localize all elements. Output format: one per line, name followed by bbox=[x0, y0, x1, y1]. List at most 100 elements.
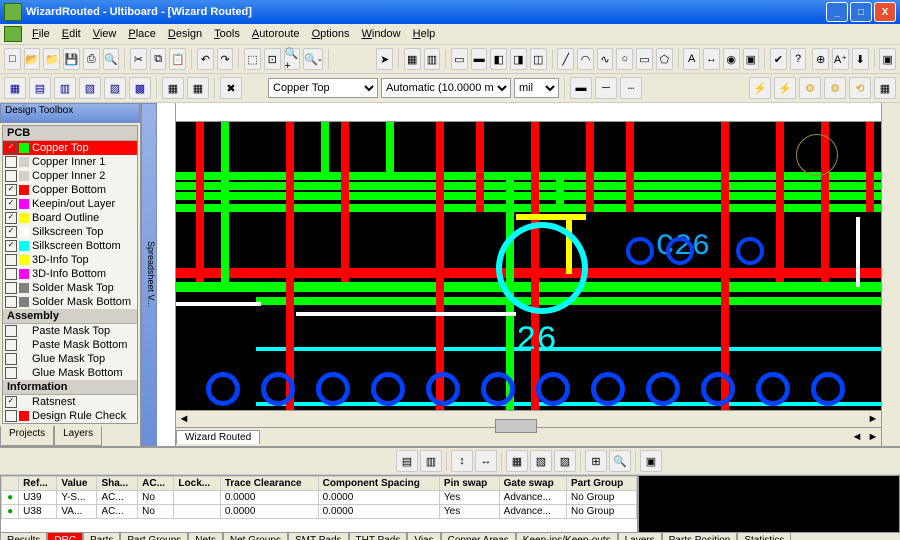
layer-list[interactable]: PCB ✓Copper TopCopper Inner 1Copper Inne… bbox=[2, 125, 138, 424]
width-a-icon[interactable]: ▬ bbox=[570, 77, 592, 99]
lower-tab[interactable]: Parts bbox=[83, 533, 120, 540]
parts-grid[interactable]: Ref...ValueSha...AC...Lock...Trace Clear… bbox=[0, 475, 638, 533]
tool-e-icon[interactable]: ◧ bbox=[490, 48, 507, 70]
lp-tool7-icon[interactable]: ▨ bbox=[554, 450, 576, 472]
lower-tab[interactable]: Vias bbox=[407, 533, 440, 540]
menu-window[interactable]: Window bbox=[355, 26, 406, 42]
grid-row[interactable]: ●U38VA...AC...No0.00000.0000YesAdvance..… bbox=[2, 505, 637, 519]
sel-e-icon[interactable]: ▨ bbox=[104, 77, 126, 99]
horizontal-scrollbar[interactable]: ◄ ► bbox=[176, 410, 881, 427]
menu-help[interactable]: Help bbox=[407, 26, 442, 42]
lower-tab[interactable]: Layers bbox=[618, 533, 662, 540]
layer-checkbox[interactable]: ✓ bbox=[5, 226, 17, 238]
tool-f-icon[interactable]: ◨ bbox=[510, 48, 527, 70]
tab-layers[interactable]: Layers bbox=[54, 426, 102, 446]
layer-row[interactable]: Glue Mask Top bbox=[3, 352, 137, 366]
minimize-button[interactable]: _ bbox=[826, 2, 848, 22]
lower-tab[interactable]: DRC bbox=[47, 533, 83, 540]
sel-f-icon[interactable]: ▩ bbox=[129, 77, 151, 99]
layer-row[interactable]: Design Rule Check bbox=[3, 409, 137, 423]
redo-icon[interactable]: ↷ bbox=[217, 48, 234, 70]
width-b-icon[interactable]: ─ bbox=[595, 77, 617, 99]
grid-header[interactable]: Ref... bbox=[19, 477, 57, 491]
zoom-region-icon[interactable]: ⬚ bbox=[244, 48, 261, 70]
via-icon[interactable]: ◉ bbox=[723, 48, 740, 70]
layer-checkbox[interactable]: ✓ bbox=[5, 396, 17, 408]
lower-tab[interactable]: Statistics bbox=[737, 533, 791, 540]
lp-tool9-icon[interactable]: 🔍 bbox=[609, 450, 631, 472]
lp-tool2-icon[interactable]: ▥ bbox=[420, 450, 442, 472]
grid-header[interactable]: AC... bbox=[138, 477, 174, 491]
arc-icon[interactable]: ◠ bbox=[577, 48, 594, 70]
open2-icon[interactable]: 📁 bbox=[43, 48, 60, 70]
menu-tools[interactable]: Tools bbox=[208, 26, 246, 42]
layer-combo[interactable]: Copper Top bbox=[268, 78, 378, 98]
print-icon[interactable]: ⎙ bbox=[83, 48, 100, 70]
layer-checkbox[interactable] bbox=[5, 339, 17, 351]
route-e-icon[interactable]: ⟲ bbox=[849, 77, 871, 99]
lower-tab[interactable]: Net Groups bbox=[223, 533, 288, 540]
app-menu-icon[interactable] bbox=[4, 26, 22, 42]
grid-header[interactable]: Value bbox=[57, 477, 97, 491]
pointer-icon[interactable]: ➤ bbox=[376, 48, 393, 70]
layer-row[interactable]: Solder Mask Bottom bbox=[3, 295, 137, 309]
layer-row[interactable]: ✓Silkscreen Top bbox=[3, 225, 137, 239]
layer-row[interactable]: Paste Mask Top bbox=[3, 324, 137, 338]
rect-icon[interactable]: ▭ bbox=[636, 48, 653, 70]
grid-header[interactable]: Lock... bbox=[174, 477, 220, 491]
grid-row[interactable]: ●U39Y-S...AC...No0.00000.0000YesAdvance.… bbox=[2, 491, 637, 505]
route-d-icon[interactable]: ⚙ bbox=[824, 77, 846, 99]
layer-checkbox[interactable] bbox=[5, 156, 17, 168]
lp-tool6-icon[interactable]: ▧ bbox=[530, 450, 552, 472]
route-c-icon[interactable]: ⚙ bbox=[799, 77, 821, 99]
zoom-in-icon[interactable]: 🔍+ bbox=[284, 48, 301, 70]
doc-tab-wizard[interactable]: Wizard Routed bbox=[176, 430, 260, 444]
layer-checkbox[interactable] bbox=[5, 170, 17, 182]
lower-tab[interactable]: Results bbox=[0, 533, 47, 540]
sel-h-icon[interactable]: ▦ bbox=[187, 77, 209, 99]
new-icon[interactable]: □ bbox=[4, 48, 21, 70]
cut-icon[interactable]: ✂ bbox=[130, 48, 147, 70]
layer-row[interactable]: Paste Mask Bottom bbox=[3, 338, 137, 352]
pad-icon[interactable]: ▣ bbox=[743, 48, 760, 70]
layer-checkbox[interactable]: ✓ bbox=[5, 184, 17, 196]
zoom-fit-icon[interactable]: ⊡ bbox=[264, 48, 281, 70]
menu-file[interactable]: FFileile bbox=[26, 26, 56, 42]
lp-tool3-icon[interactable]: ↕ bbox=[451, 450, 473, 472]
open-icon[interactable]: 📂 bbox=[24, 48, 41, 70]
tool-g-icon[interactable]: ◫ bbox=[530, 48, 547, 70]
layer-row[interactable]: 3D-Info Top bbox=[3, 253, 137, 267]
paste-icon[interactable]: 📋 bbox=[169, 48, 186, 70]
sel-d-icon[interactable]: ▧ bbox=[79, 77, 101, 99]
grid-header[interactable]: Component Spacing bbox=[318, 477, 439, 491]
layer-row[interactable]: ✓Copper Top bbox=[3, 141, 137, 155]
tab-projects[interactable]: Projects bbox=[0, 426, 54, 446]
menu-options[interactable]: Options bbox=[306, 26, 356, 42]
grid-header[interactable] bbox=[2, 477, 19, 491]
layer-row[interactable]: Copper Inner 2 bbox=[3, 169, 137, 183]
grid-header[interactable]: Pin swap bbox=[439, 477, 499, 491]
layer-checkbox[interactable]: ✓ bbox=[5, 198, 17, 210]
right-tool4-icon[interactable]: ▣ bbox=[879, 48, 896, 70]
width-c-icon[interactable]: ┄ bbox=[620, 77, 642, 99]
layer-checkbox[interactable]: ✓ bbox=[5, 240, 17, 252]
layer-checkbox[interactable] bbox=[5, 254, 17, 266]
menu-place[interactable]: Place bbox=[122, 26, 162, 42]
undo-icon[interactable]: ↶ bbox=[197, 48, 214, 70]
lower-tab[interactable]: Parts Position bbox=[662, 533, 738, 540]
zoom-out-icon[interactable]: 🔍- bbox=[303, 48, 322, 70]
lower-tab[interactable]: Copper Areas bbox=[441, 533, 516, 540]
line-icon[interactable]: ╱ bbox=[557, 48, 574, 70]
drc-icon[interactable]: ✔ bbox=[770, 48, 787, 70]
tab-scroll-right-icon[interactable]: ► bbox=[865, 431, 881, 443]
tool-b-icon[interactable]: ▥ bbox=[424, 48, 441, 70]
grid-combo[interactable]: Automatic (10.0000 mil) bbox=[381, 78, 511, 98]
layer-row[interactable]: ✓Silkscreen Bottom bbox=[3, 239, 137, 253]
lower-tab[interactable]: Nets bbox=[188, 533, 223, 540]
layer-checkbox[interactable] bbox=[5, 296, 17, 308]
maximize-button[interactable]: □ bbox=[850, 2, 872, 22]
grid-header[interactable]: Trace Clearance bbox=[220, 477, 318, 491]
tab-scroll-left-icon[interactable]: ◄ bbox=[849, 431, 865, 443]
lp-tool8-icon[interactable]: ⊞ bbox=[585, 450, 607, 472]
layer-checkbox[interactable]: ✓ bbox=[5, 212, 17, 224]
